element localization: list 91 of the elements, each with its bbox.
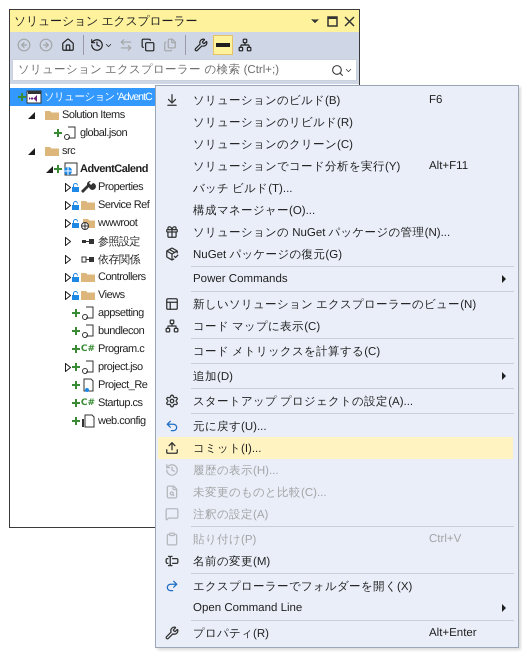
config-file-icon bbox=[80, 413, 96, 429]
menu-item[interactable]: 追加(D) bbox=[158, 365, 513, 387]
gift-icon bbox=[165, 225, 179, 239]
solution-icon bbox=[26, 89, 42, 105]
menu-item[interactable]: ソリューションのクリーン(C) bbox=[158, 133, 513, 155]
document-icon bbox=[62, 125, 78, 141]
menu-item[interactable]: 新しいソリューション エクスプローラーのビュー(N) bbox=[158, 293, 513, 315]
tree-item[interactable]: Solution Items bbox=[62, 109, 125, 121]
menu-item[interactable]: ソリューションのリビルド(R) bbox=[158, 111, 513, 133]
menu-item[interactable]: コード メトリックスを計算する(C) bbox=[158, 340, 513, 362]
menu-item[interactable]: コード マップに表示(C) bbox=[158, 315, 513, 337]
wrench-icon bbox=[165, 626, 179, 640]
menu-item[interactable]: エクスプローラーでフォルダーを開く(X) bbox=[158, 575, 513, 597]
tree-item[interactable]: bundlecon bbox=[98, 325, 144, 337]
gear-icon bbox=[165, 394, 179, 408]
wrench-icon bbox=[194, 38, 208, 52]
tree-item[interactable]: Project_Re bbox=[98, 379, 148, 391]
menu-item[interactable]: バッチ ビルド(T)... bbox=[158, 177, 513, 199]
tree-item[interactable]: 依存関係 bbox=[98, 252, 140, 266]
tree-item[interactable]: Startup.cs bbox=[98, 397, 143, 409]
tree-item[interactable]: Service Ref bbox=[98, 199, 150, 211]
upload-icon bbox=[165, 441, 179, 455]
collapsed-icon[interactable] bbox=[64, 218, 70, 228]
tree-item[interactable]: wwwroot bbox=[98, 217, 138, 229]
rename-icon bbox=[165, 554, 179, 568]
collapsed-icon[interactable] bbox=[64, 254, 70, 264]
document-icon bbox=[80, 359, 96, 375]
expanded-icon[interactable] bbox=[46, 166, 53, 172]
tree-item[interactable]: Controllers bbox=[98, 271, 146, 283]
undo-icon bbox=[165, 419, 179, 433]
package-icon bbox=[165, 247, 179, 261]
csharp-icon: C# bbox=[80, 398, 96, 408]
menu-item[interactable]: NuGet パッケージの復元(G) bbox=[158, 243, 513, 265]
sync-icon bbox=[119, 38, 133, 52]
menu-item[interactable]: ソリューションでコード分析を実行(Y) Alt+F11 bbox=[158, 155, 513, 177]
panel-title: ソリューション エクスプローラー bbox=[14, 12, 198, 30]
hierarchy-icon bbox=[165, 319, 179, 333]
tree-item[interactable]: Properties bbox=[98, 181, 144, 193]
menu-item[interactable]: コミット(I)... bbox=[158, 437, 513, 459]
submenu-arrow-icon bbox=[502, 275, 506, 283]
menu-item[interactable]: プロパティ(R) Alt+Enter bbox=[158, 622, 513, 644]
search-icon[interactable] bbox=[331, 64, 344, 76]
search-field[interactable]: ソリューション エクスプローラー の検索 (Ctrl+;) bbox=[12, 59, 357, 81]
tree-item[interactable]: appsetting bbox=[98, 307, 144, 319]
menu-item[interactable]: 名前の変更(M) bbox=[158, 550, 513, 572]
collapsed-icon[interactable] bbox=[64, 290, 70, 300]
document-icon bbox=[80, 323, 96, 339]
tree-item[interactable]: 参照設定 bbox=[98, 234, 140, 248]
submenu-arrow-icon bbox=[502, 604, 506, 612]
wrench-icon bbox=[80, 179, 96, 195]
tree-item[interactable]: project.jso bbox=[98, 361, 143, 373]
copy-icon bbox=[163, 38, 177, 52]
document-icon bbox=[80, 305, 96, 321]
clock-icon bbox=[165, 463, 179, 477]
web-project-icon bbox=[62, 161, 78, 177]
clock-icon bbox=[90, 38, 104, 52]
expanded-icon[interactable] bbox=[28, 148, 35, 154]
csharp-icon: C# bbox=[80, 344, 96, 354]
back-icon bbox=[17, 38, 31, 52]
menu-item[interactable]: Power Commands bbox=[158, 268, 513, 290]
search-document-icon bbox=[165, 485, 179, 499]
menu-item[interactable]: 元に戻す(U)... bbox=[158, 415, 513, 437]
submenu-arrow-icon bbox=[502, 372, 506, 380]
tree-item[interactable]: Views bbox=[98, 289, 125, 301]
tree-item[interactable]: AdventCalend bbox=[80, 163, 148, 175]
menu-item[interactable]: Open Command Line bbox=[158, 597, 513, 619]
forward-icon bbox=[39, 38, 53, 52]
expanded-icon[interactable] bbox=[28, 112, 35, 118]
collapsed-icon[interactable] bbox=[64, 200, 70, 210]
tree-item[interactable]: src bbox=[62, 145, 76, 157]
window-icon bbox=[165, 297, 179, 311]
menu-item[interactable]: ソリューションの NuGet パッケージの管理(N)... bbox=[158, 221, 513, 243]
tree-item[interactable]: Program.c bbox=[98, 343, 144, 355]
close-icon[interactable] bbox=[344, 16, 355, 26]
clipboard-icon bbox=[165, 532, 179, 546]
redo-icon bbox=[165, 579, 179, 593]
tree-item[interactable]: global.json bbox=[80, 127, 128, 139]
menu-item[interactable]: スタートアップ プロジェクトの設定(A)... bbox=[158, 390, 513, 412]
hierarchy-icon bbox=[238, 38, 252, 52]
speech-bubble-icon bbox=[165, 507, 179, 521]
tree-item[interactable]: web.config bbox=[98, 415, 146, 427]
menu-item[interactable]: ソリューションのビルド(B) F6 bbox=[158, 89, 513, 111]
collapsed-icon[interactable] bbox=[64, 236, 70, 246]
home-icon bbox=[61, 38, 75, 52]
build-icon bbox=[165, 93, 179, 107]
collapsed-icon[interactable] bbox=[64, 272, 70, 282]
collapsed-icon[interactable] bbox=[64, 362, 70, 372]
preview-button[interactable] bbox=[213, 35, 233, 55]
maximize-icon[interactable] bbox=[327, 16, 338, 26]
collapsed-icon[interactable] bbox=[64, 182, 70, 192]
menu-item[interactable]: 構成マネージャー(O)... bbox=[158, 199, 513, 221]
